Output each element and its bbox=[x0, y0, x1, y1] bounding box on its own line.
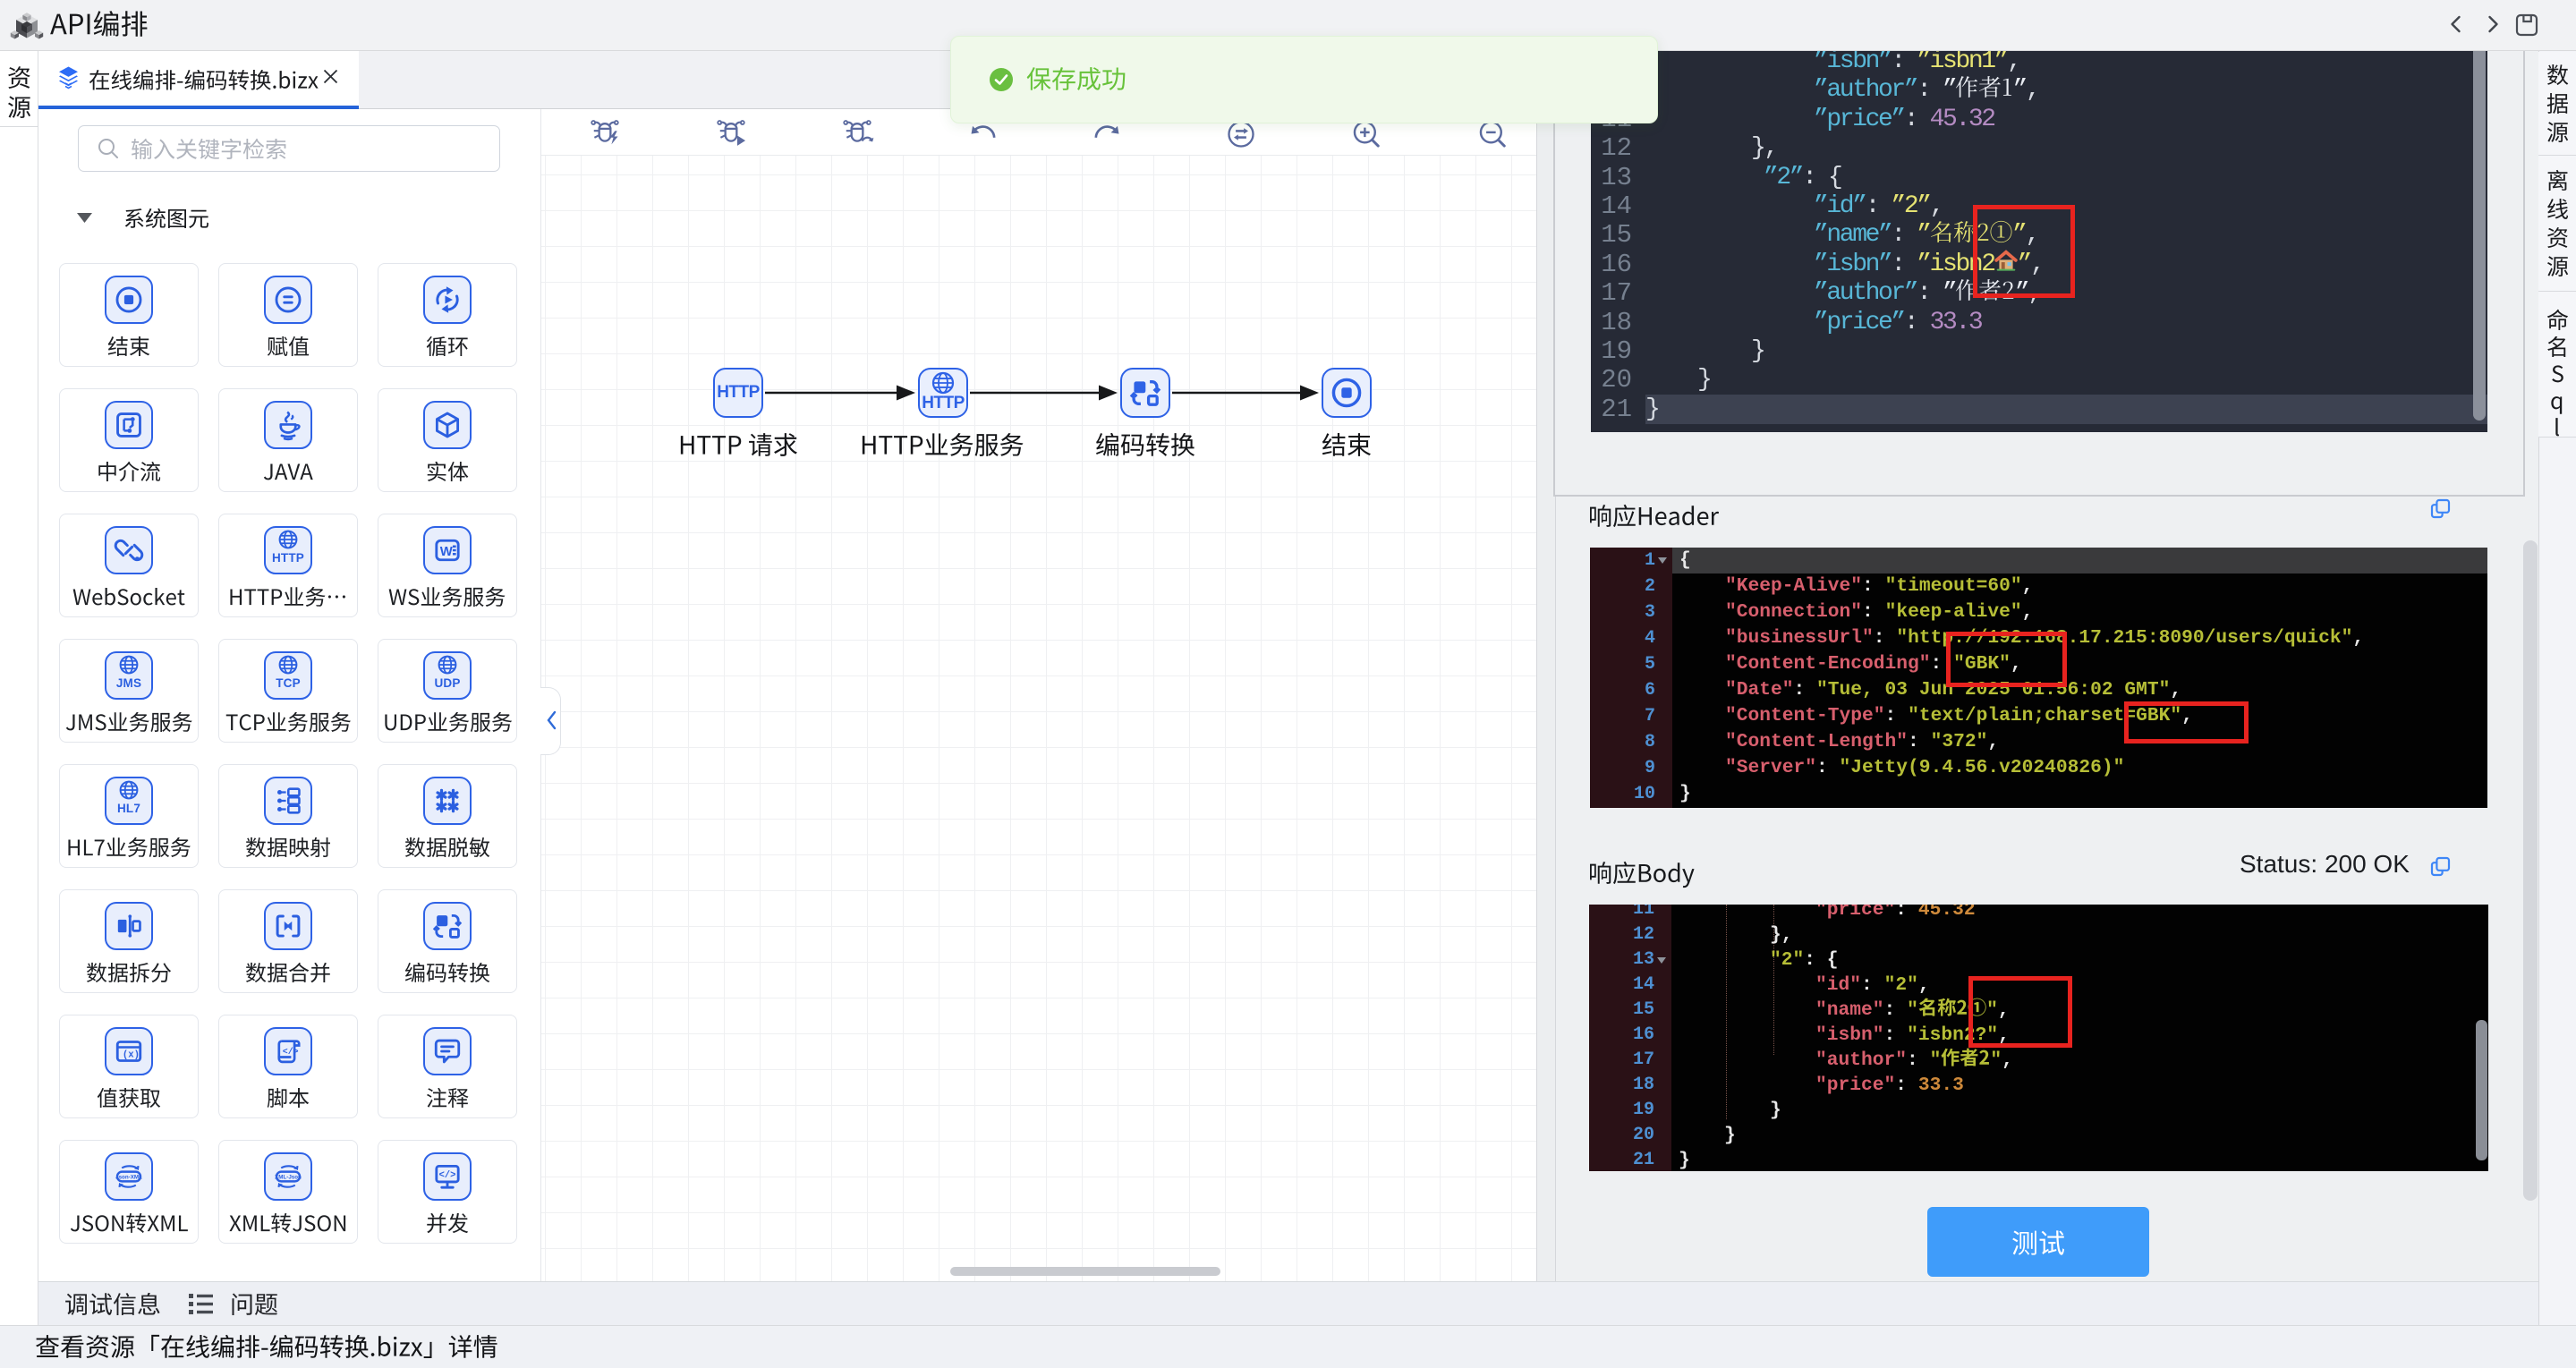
svg-text:</>: </> bbox=[438, 1170, 455, 1181]
svg-text:W: W bbox=[440, 545, 454, 559]
svg-text:Json-XML: Json-XML bbox=[115, 1174, 142, 1180]
svg-text:(x): (x) bbox=[123, 1050, 140, 1061]
svg-text:XML-Json: XML-Json bbox=[275, 1174, 302, 1180]
svg-text:</>: </> bbox=[283, 1047, 299, 1057]
